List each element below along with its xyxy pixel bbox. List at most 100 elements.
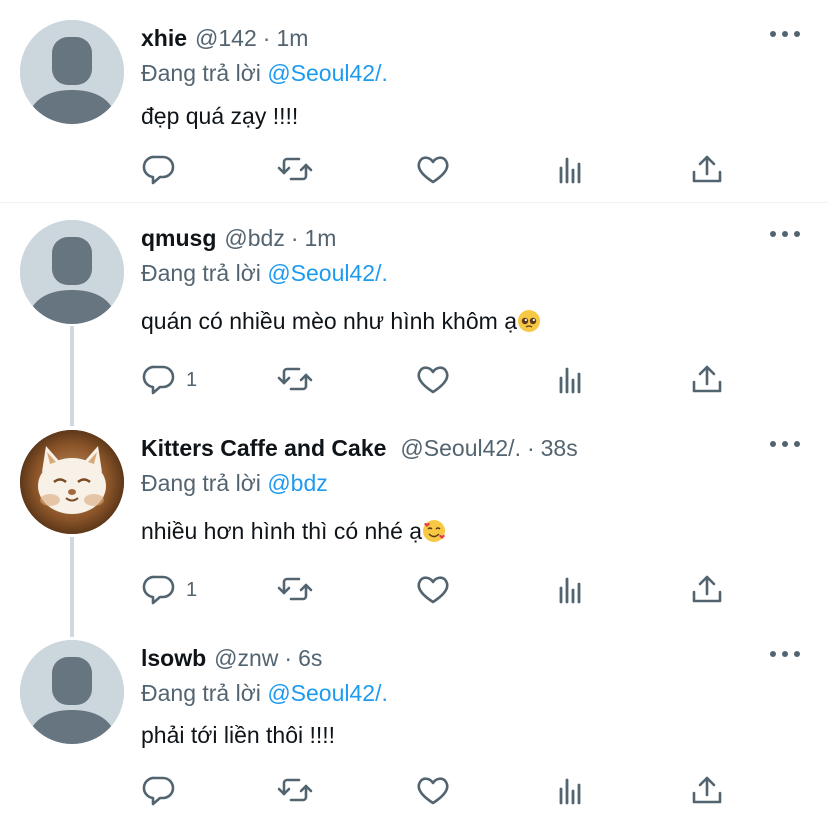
replying-to-label: Đang trả lời <box>141 680 261 706</box>
more-icon[interactable] <box>770 24 800 44</box>
replying-to: Đang trả lời @Seoul42/. <box>141 680 388 707</box>
share-button[interactable] <box>688 360 726 400</box>
display-name[interactable]: lsowb <box>141 645 206 672</box>
analytics-icon <box>559 577 581 604</box>
retweet-button[interactable] <box>276 771 314 811</box>
pleading-face-emoji-icon <box>518 310 540 332</box>
retweet-icon <box>277 577 313 601</box>
replying-to-link[interactable]: @Seoul42/. <box>267 60 388 86</box>
reply-icon <box>142 575 175 605</box>
separator: · <box>284 645 293 671</box>
replying-to: Đang trả lời @Seoul42/. <box>141 60 388 87</box>
share-button[interactable] <box>688 150 726 190</box>
more-icon[interactable] <box>770 434 800 454</box>
tweet-text: đẹp quá zạy !!!! <box>141 103 298 130</box>
replying-to: Đang trả lời @bdz <box>141 470 328 497</box>
reply-count: 1 <box>186 578 198 601</box>
separator: · <box>526 435 535 461</box>
user-handle[interactable]: @142 <box>195 25 257 52</box>
default-avatar-icon <box>20 220 124 324</box>
tweet[interactable]: xhie @142 · 1m Đang trả lời @Seoul42/. đ… <box>0 20 828 200</box>
share-icon <box>692 575 722 603</box>
reply-icon <box>142 365 175 395</box>
replying-to-label: Đang trả lời <box>141 260 261 286</box>
replying-to-label: Đang trả lời <box>141 60 261 86</box>
avatar[interactable] <box>20 430 124 534</box>
like-icon <box>417 576 449 604</box>
reply-button[interactable] <box>140 771 186 811</box>
tweet[interactable]: qmusg @bdz · 1m Đang trả lời @Seoul42/. … <box>0 220 828 410</box>
like-icon <box>417 366 449 394</box>
smiling-face-with-hearts-emoji-icon <box>423 520 446 542</box>
avatar[interactable] <box>20 640 124 744</box>
analytics-icon <box>559 157 581 184</box>
separator: · <box>262 25 271 51</box>
like-button[interactable] <box>414 360 452 400</box>
like-icon <box>417 777 449 805</box>
reply-button[interactable] <box>140 150 186 190</box>
retweet-icon <box>277 157 313 181</box>
reply-button[interactable]: 1 <box>140 570 197 610</box>
tweet-text: phải tới liền thôi !!!! <box>141 722 335 749</box>
analytics-button[interactable] <box>552 570 590 610</box>
tweet[interactable]: Kitters Caffe and Cake @Seoul42/. · 38s … <box>0 430 828 620</box>
tweet[interactable]: lsowb @znw · 6s Đang trả lời @Seoul42/. … <box>0 640 828 820</box>
retweet-button[interactable] <box>276 150 314 190</box>
retweet-button[interactable] <box>276 570 314 610</box>
analytics-button[interactable] <box>552 150 590 190</box>
like-icon <box>417 156 449 184</box>
user-handle[interactable]: @znw <box>214 645 278 672</box>
retweet-icon <box>277 367 313 391</box>
default-avatar-icon <box>20 640 124 744</box>
reply-icon <box>142 155 175 185</box>
timestamp[interactable]: 6s <box>298 645 322 672</box>
analytics-icon <box>559 778 581 805</box>
timestamp[interactable]: 1m <box>305 225 337 252</box>
reply-icon <box>142 776 175 806</box>
retweet-button[interactable] <box>276 360 314 400</box>
reply-count: 1 <box>186 368 198 391</box>
like-button[interactable] <box>414 150 452 190</box>
timestamp[interactable]: 1m <box>276 25 308 52</box>
share-icon <box>692 776 722 804</box>
tweet-text: nhiều hơn hình thì có nhé ạ <box>141 518 446 545</box>
action-bar <box>140 771 740 811</box>
tweet-text: quán có nhiều mèo như hình khôm ạ <box>141 308 540 335</box>
action-bar <box>140 150 740 190</box>
reply-button[interactable]: 1 <box>140 360 197 400</box>
more-icon[interactable] <box>770 224 800 244</box>
replying-to: Đang trả lời @Seoul42/. <box>141 260 388 287</box>
action-bar: 1 <box>140 570 740 610</box>
display-name[interactable]: qmusg <box>141 225 216 252</box>
tweet-text-content: nhiều hơn hình thì có nhé ạ <box>141 518 423 544</box>
display-name[interactable]: xhie <box>141 25 187 52</box>
separator: · <box>290 225 299 251</box>
replying-to-link[interactable]: @Seoul42/. <box>267 680 388 706</box>
avatar[interactable] <box>20 20 124 124</box>
user-handle[interactable]: @bdz <box>224 225 284 252</box>
share-button[interactable] <box>688 570 726 610</box>
tweet-text-content: đẹp quá zạy !!!! <box>141 103 299 129</box>
share-icon <box>692 365 722 393</box>
divider <box>0 202 828 203</box>
replying-to-label: Đang trả lời <box>141 470 261 496</box>
analytics-button[interactable] <box>552 771 590 811</box>
like-button[interactable] <box>414 771 452 811</box>
display-name[interactable]: Kitters Caffe and Cake <box>141 435 386 462</box>
analytics-button[interactable] <box>552 360 590 400</box>
like-button[interactable] <box>414 570 452 610</box>
tweet-text-content: phải tới liền thôi !!!! <box>141 722 336 748</box>
avatar[interactable] <box>20 220 124 324</box>
timestamp[interactable]: 38s <box>541 435 578 462</box>
analytics-icon <box>559 367 581 394</box>
more-icon[interactable] <box>770 644 800 664</box>
share-button[interactable] <box>688 771 726 811</box>
user-handle[interactable]: @Seoul42/. <box>400 435 521 462</box>
replying-to-link[interactable]: @Seoul42/. <box>267 260 388 286</box>
share-icon <box>692 155 722 183</box>
retweet-icon <box>277 778 313 802</box>
latte-art-cat-avatar-icon <box>20 430 124 534</box>
replying-to-link[interactable]: @bdz <box>267 470 327 496</box>
tweet-text-content: quán có nhiều mèo như hình khôm ạ <box>141 308 517 334</box>
default-avatar-icon <box>20 20 124 124</box>
